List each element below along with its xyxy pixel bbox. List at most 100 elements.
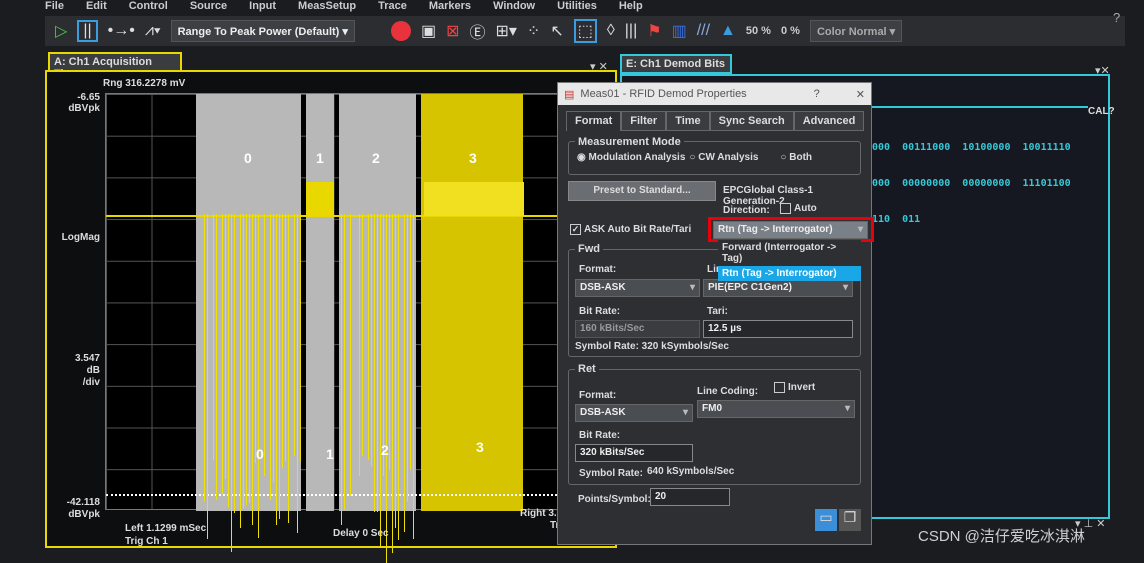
waterfall-icon[interactable]: /// (697, 22, 710, 40)
decay-percent[interactable]: 0 % (781, 25, 800, 37)
direction-dropdown[interactable]: Rtn (Tag -> Interrogator) (713, 221, 868, 239)
div-unit-per: /div (55, 377, 100, 388)
option-forward[interactable]: Forward (Interrogator -> Tag) (718, 240, 861, 266)
bottom-value: -42.118 (55, 497, 100, 508)
trace-burst-line (392, 214, 393, 553)
fwd-format-dropdown[interactable]: DSB-ASK (575, 279, 700, 297)
record-icon[interactable] (391, 21, 411, 41)
bottom-unit: dBVpk (55, 509, 100, 520)
ret-format-dropdown[interactable]: DSB-ASK (575, 404, 693, 422)
pointer-icon[interactable]: ↖ (550, 21, 563, 41)
time-plot[interactable]: 0 1 2 3 0 1 2 3 (105, 93, 560, 510)
layout-grid-icon[interactable]: ⊞▾ (495, 21, 516, 41)
group-label: Measurement Mode (575, 136, 684, 148)
symbol-label-top: 3 (469, 150, 477, 166)
tab-advanced[interactable]: Advanced (794, 111, 865, 131)
auto-label: Auto (794, 203, 817, 214)
trace-burst-line (264, 214, 265, 476)
menu-input[interactable]: Input (249, 0, 276, 13)
div-value: 3.547 (55, 353, 100, 364)
trace-burst-line (273, 214, 274, 482)
menu-trace[interactable]: Trace (378, 0, 407, 13)
points-per-symbol-input[interactable]: 20 (650, 488, 730, 506)
dialog-close-button[interactable]: ✕ (856, 88, 865, 101)
tab-ch1-demod-bits[interactable]: E: Ch1 Demod Bits ▾ (620, 54, 732, 74)
play-icon[interactable]: ▷ (55, 21, 67, 41)
ret-bitrate-input[interactable]: 320 kBits/Sec (575, 444, 693, 462)
marker-diamond-icon[interactable]: ◊ (607, 22, 615, 40)
ret-format-label: Format: (579, 390, 616, 401)
fwd-tari-input[interactable]: 12.5 µs (703, 320, 853, 338)
fwd-tari-label: Tari: (707, 306, 728, 317)
auto-checkbox[interactable]: Auto (780, 203, 817, 214)
menu-file[interactable]: File (45, 0, 64, 13)
menu-edit[interactable]: Edit (86, 0, 107, 13)
tab-format[interactable]: Format (566, 111, 621, 131)
recall-icon[interactable]: ▣ (421, 21, 436, 41)
ret-group: Ret Format: Line Coding: Invert DSB-ASK … (568, 369, 861, 485)
value: DSB-ASK (580, 407, 626, 418)
spectrogram-icon[interactable]: ▥ (672, 21, 687, 41)
menu-control[interactable]: Control (129, 0, 168, 13)
band-icon[interactable]: ||| (625, 22, 637, 40)
dialog-help-button[interactable]: ? (814, 88, 820, 100)
radio-both[interactable]: ○ Both (780, 152, 812, 163)
undock-icon[interactable]: ❐ (839, 509, 861, 531)
fwd-bitrate-input[interactable]: 160 kBits/Sec (575, 320, 700, 338)
ret-bitrate-label: Bit Rate: (579, 430, 620, 441)
help-icon[interactable]: ? (1113, 10, 1120, 25)
radio-label: CW Analysis (698, 152, 758, 163)
bits-row: 110 011 (872, 214, 1071, 226)
trace-burst-line (341, 214, 342, 525)
zoom-box-icon[interactable]: ⬚ (574, 19, 597, 43)
range-dropdown[interactable]: Range To Peak Power (Default) ▾ (171, 20, 355, 42)
trace-burst-line (380, 214, 381, 548)
menu-source[interactable]: Source (190, 0, 227, 13)
ret-line-coding-label: Line Coding: (697, 386, 758, 397)
preset-to-standard-button[interactable]: Preset to Standard... (568, 181, 716, 201)
direction-label: Direction: (723, 205, 770, 216)
color-dropdown[interactable]: Color Normal ▾ (810, 20, 902, 42)
dialog-title: Meas01 - RFID Demod Properties (580, 88, 746, 100)
single-step-icon[interactable]: •→• (108, 22, 135, 40)
delete-icon[interactable]: ⊠ (446, 21, 459, 41)
radio-modulation-analysis[interactable]: ◉ Modulation Analysis (577, 152, 685, 163)
trace-burst-line (294, 214, 295, 456)
tile-icon[interactable]: ⁘ (527, 21, 540, 41)
flag-marker-icon[interactable]: ⚑ (647, 21, 661, 41)
trace-burst-line (297, 214, 298, 533)
menu-meassetup[interactable]: MeasSetup (298, 0, 356, 13)
menu-window[interactable]: Window (493, 0, 535, 13)
pause-icon[interactable]: || (77, 20, 97, 42)
option-rtn[interactable]: Rtn (Tag -> Interrogator) (718, 266, 861, 281)
density-icon[interactable]: ▲ (720, 22, 736, 40)
tab-sync-search[interactable]: Sync Search (710, 111, 794, 131)
persistence-percent[interactable]: 50 % (746, 25, 771, 37)
radio-cw-analysis[interactable]: ○ CW Analysis (689, 152, 758, 163)
scale-type[interactable]: LogMag (55, 232, 100, 243)
value: FM0 (702, 403, 722, 414)
trace-burst-line (204, 214, 205, 501)
menu-utilities[interactable]: Utilities (557, 0, 597, 13)
symbol-label-bottom: 2 (381, 442, 389, 458)
autorange-icon[interactable]: ⩘▾ (145, 22, 161, 40)
trace-burst-line (255, 214, 256, 463)
trace-burst-line (258, 214, 259, 538)
symbol-label-top: 0 (244, 150, 252, 166)
invert-checkbox[interactable]: Invert (774, 382, 815, 393)
trace-burst-line (383, 214, 384, 476)
menu-markers[interactable]: Markers (429, 0, 471, 13)
ret-line-coding-dropdown[interactable]: FM0 (697, 400, 855, 418)
tab-time[interactable]: Time (666, 111, 709, 131)
e-icon[interactable]: Ⓔ (469, 19, 485, 43)
menu-help[interactable]: Help (619, 0, 643, 13)
trace-burst-line (243, 214, 244, 508)
dock-icon[interactable]: ▭ (815, 509, 837, 531)
tab-filter[interactable]: Filter (621, 111, 666, 131)
tab-ch1-acquisition-time[interactable]: A: Ch1 Acquisition Time (48, 52, 182, 72)
group-label: Fwd (575, 243, 603, 255)
fwd-line-coding-dropdown[interactable]: PIE(EPC C1Gen2) (703, 279, 853, 297)
range-dropdown-value: Range To Peak Power (Default) (178, 26, 340, 38)
menu-bar: File Edit Control Source Input MeasSetup Trace… (45, 0, 643, 13)
ask-auto-checkbox[interactable]: ✓ ASK Auto Bit Rate/Tari (570, 224, 691, 235)
